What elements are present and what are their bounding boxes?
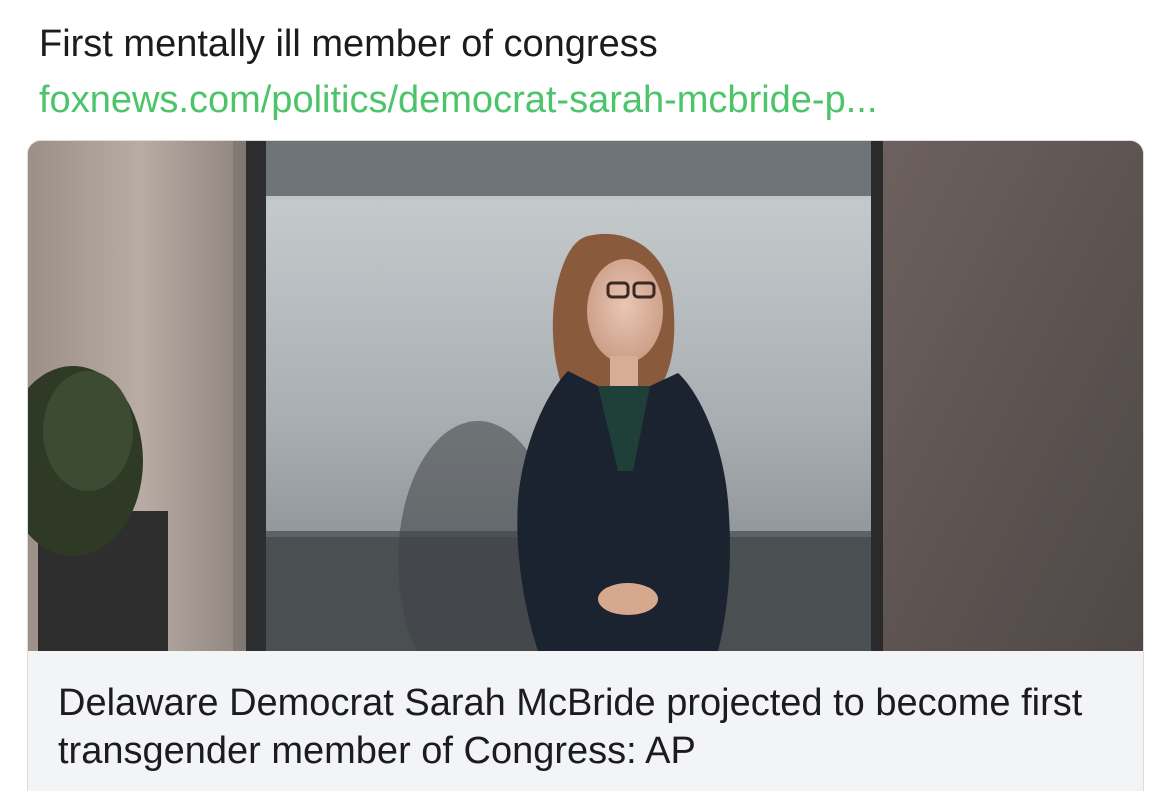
- post: First mentally ill member of congress fo…: [0, 0, 1170, 791]
- photo-illustration: [28, 141, 1143, 651]
- post-text: First mentally ill member of congress: [39, 23, 658, 65]
- link-preview-card[interactable]: Delaware Democrat Sarah McBride projecte…: [27, 140, 1144, 791]
- article-link[interactable]: foxnews.com/politics/democrat-sarah-mcbr…: [39, 76, 877, 124]
- article-title[interactable]: Delaware Democrat Sarah McBride projecte…: [58, 679, 1128, 775]
- article-image[interactable]: [28, 141, 1143, 651]
